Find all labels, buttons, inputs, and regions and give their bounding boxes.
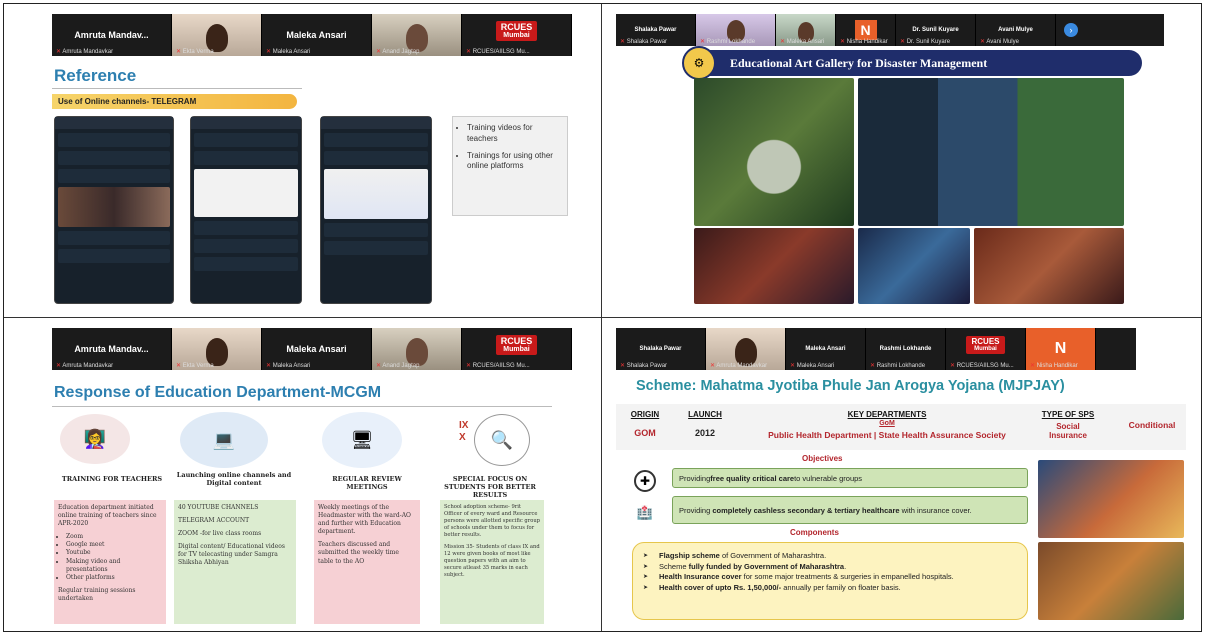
document-search-icon: 🔍 [474, 414, 530, 466]
review-meeting-icon: 🖥 [322, 412, 402, 468]
participant-tile-rcues[interactable]: RCUESMumbai RCUES/AIILSG Mu... [946, 328, 1026, 370]
participant-tile[interactable]: Maleka Ansari Maleka Ansari [786, 328, 866, 370]
participant-tile[interactable]: Avani Mulye Avani Mulye [976, 14, 1056, 46]
departments-gom: GoM [879, 420, 895, 427]
slide-title: Response of Education Department-MCGM [54, 384, 382, 401]
reference-bullets: Training videos for teachers Trainings f… [452, 116, 568, 216]
participant-tile[interactable]: N Nisha Handikar [1026, 328, 1096, 370]
objectives-heading: Objectives [802, 454, 843, 463]
gallery-banner: Educational Art Gallery for Disaster Man… [702, 50, 1142, 76]
components-heading: Components [790, 528, 839, 537]
vertical-divider [601, 4, 602, 631]
medical-plus-icon: ✚ [634, 470, 656, 492]
quadrant-mjpjay-scheme: Shalaka Pawar Shalaka Pawar Amruta Manda… [612, 322, 1192, 628]
column-heading: REGULAR REVIEW MEETINGS [332, 475, 402, 491]
column-heading: Launching online channels and Digital co… [176, 471, 292, 487]
component-item: Health cover of upto Rs. 1,50,000/- annu… [643, 583, 1017, 594]
component-item: Health Insurance cover for some major tr… [643, 572, 1017, 583]
zoom-participant-strip: Shalaka Pawar Shalaka Pawar Amruta Manda… [616, 328, 1136, 370]
participant-video-tile[interactable]: Amruta Mandavkar [706, 328, 786, 370]
bullet-item: Trainings for using other online platfor… [467, 151, 561, 173]
participant-video-tile[interactable]: Anand Jagtap [372, 328, 462, 370]
participant-tile[interactable]: Shalaka Pawar Shalaka Pawar [616, 328, 706, 370]
quadrant-reference: Amruta Mandav... Amruta Mandavkar Ekta V… [22, 8, 597, 308]
rcues-logo: RCUES Mumbai [495, 335, 538, 355]
participant-tile[interactable]: Shalaka Pawar Shalaka Pawar [616, 14, 696, 46]
gallery-photo-display [694, 228, 854, 304]
phone-screenshot [320, 116, 432, 304]
participant-video-tile[interactable]: Anand Jagtap [372, 14, 462, 56]
healthcare-photo-nurse [1038, 460, 1184, 538]
table-head-origin: ORIGIN [630, 410, 660, 419]
zoom-participant-strip: Amruta Mandav... Amruta Mandavkar Ekta V… [52, 328, 572, 370]
zoom-participant-strip: Shalaka Pawar Shalaka Pawar Rashmi Lokha… [616, 14, 1164, 46]
rcues-logo: RCUES Mumbai [966, 336, 1005, 354]
hospital-icon: 🏥 [634, 502, 656, 524]
quadrant-art-gallery: Shalaka Pawar Shalaka Pawar Rashmi Lokha… [612, 8, 1192, 308]
horizontal-divider [4, 317, 1201, 318]
participant-initial-avatar: N [854, 20, 877, 40]
title-underline [52, 406, 552, 407]
rcues-logo: RCUES Mumbai [495, 21, 538, 41]
participant-video-tile[interactable]: Ekta Verma [172, 328, 262, 370]
participant-tile[interactable]: N Nisha Handikar [836, 14, 896, 46]
title-underline [52, 88, 302, 89]
column-online-channels: 40 YOUTUBE CHANNELS TELEGRAM ACCOUNT ZOO… [174, 500, 296, 624]
participant-tile[interactable]: Amruta Mandav... Amruta Mandavkar [52, 328, 172, 370]
arrow-right-icon: › [1064, 23, 1078, 37]
quadrant-education-response: Amruta Mandav... Amruta Mandavkar Ekta V… [22, 322, 597, 628]
teacher-training-icon: 👩‍🏫 [60, 414, 130, 464]
launch-value: 2012 [694, 428, 716, 438]
participant-tile[interactable]: Maleka Ansari Maleka Ansari [262, 14, 372, 56]
telegram-pill: Use of Online channels- TELEGRAM [52, 94, 297, 109]
column-special-focus: School adoption scheme- 9rit Officer of … [440, 500, 544, 624]
gallery-photo-exhibit [858, 228, 970, 304]
slide-title: Reference [54, 66, 137, 85]
healthcare-photo-patients [1038, 542, 1184, 620]
objective-item: Providing free quality critical care to … [672, 468, 1028, 488]
phone-screenshot [54, 116, 174, 304]
slide-title: Scheme: Mahatma Jyotiba Phule Jan Arogya… [636, 378, 1065, 394]
participant-tile[interactable]: Rashmi Lokhande Rashmi Lokhande [866, 328, 946, 370]
origin-value: GOM [634, 428, 656, 438]
components-list: Flagship scheme of Government of Maharas… [632, 542, 1028, 620]
table-head-departments: KEY DEPARTMENTS [847, 410, 927, 419]
participant-tile[interactable]: Maleka Ansari Maleka Ansari [262, 328, 372, 370]
participant-tile-rcues[interactable]: RCUESMumbai RCUES/AIILSG Mu... [462, 328, 572, 370]
column-review-meetings: Weekly meetings of the Headmaster with t… [314, 500, 420, 624]
component-item: Scheme fully funded by Government of Mah… [643, 562, 1017, 573]
participant-tile[interactable]: Amruta Mandav... Amruta Mandavkar [52, 14, 172, 56]
column-heading: SPECIAL FOCUS ON STUDENTS FOR BETTER RES… [444, 475, 536, 499]
participant-video-tile[interactable]: Rashmi Lokhande [696, 14, 776, 46]
participant-tile[interactable]: Dr. Sunil Kuyare Dr. Sunil Kuyare [896, 14, 976, 46]
gallery-photo-room [858, 78, 1124, 226]
participant-initial-avatar: N [1054, 340, 1067, 357]
more-participants-button[interactable]: › [1056, 14, 1086, 46]
phone-screenshot [190, 116, 302, 304]
participant-video-tile[interactable]: Ekta Verma [172, 14, 262, 56]
component-item: Flagship scheme of Government of Maharas… [643, 551, 1017, 562]
column-training-teachers: Education department initiated online tr… [54, 500, 166, 624]
conditionality-value: Conditional [1128, 420, 1176, 430]
bullet-item: Training videos for teachers [467, 123, 561, 145]
roman-numerals: IX X [459, 420, 469, 443]
objective-item: Providing completely cashless secondary … [672, 496, 1028, 524]
sps-type-value: Social Insurance [1049, 422, 1087, 440]
zoom-participant-strip: Amruta Mandav... Amruta Mandavkar Ekta V… [52, 14, 572, 56]
table-head-launch: LAUNCH [688, 410, 722, 419]
online-channels-icon: 💻 [180, 412, 268, 468]
organisation-logo: ⚙ [682, 46, 716, 80]
participant-video-tile[interactable]: Maleka Ansari [776, 14, 836, 46]
departments-value: Public Health Department | State Health … [768, 430, 1006, 440]
column-heading: TRAINING FOR TEACHERS [61, 475, 163, 483]
gallery-photo-corridor [974, 228, 1124, 304]
participant-tile-rcues[interactable]: RCUESMumbai RCUES/AIILSG Mu... [462, 14, 572, 56]
gallery-photo-elephant [694, 78, 854, 226]
table-head-sps-type: TYPE OF SPS [1041, 410, 1095, 419]
